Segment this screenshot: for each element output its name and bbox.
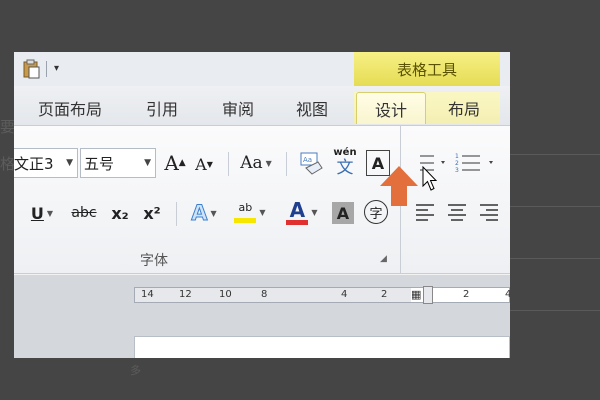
strikethrough-button[interactable]: abc bbox=[68, 198, 100, 228]
tab-layout[interactable]: 布局 bbox=[430, 92, 498, 124]
ruler-number: 12 bbox=[179, 289, 192, 300]
grow-font-icon: A bbox=[164, 151, 179, 175]
strikethrough-icon: abc bbox=[71, 205, 97, 221]
background-line bbox=[510, 310, 600, 311]
tab-view[interactable]: 视图 bbox=[282, 92, 342, 124]
table-column-marker-icon[interactable]: ▦ bbox=[411, 288, 421, 301]
text-effects-button[interactable]: A ▼ bbox=[184, 198, 224, 228]
ruler-number: 8 bbox=[261, 289, 268, 300]
font-size-value: 五号 bbox=[84, 154, 115, 173]
numbered-list-icon[interactable]: 123 bbox=[452, 148, 506, 178]
chevron-down-icon[interactable]: ▼ bbox=[66, 158, 73, 168]
font-size-combobox[interactable]: 五号 ▼ bbox=[80, 148, 156, 178]
font-name-value: 文正3 bbox=[14, 154, 54, 173]
word-ribbon-screenshot: ▾ 表格工具 页面布局 引用 审阅 视图 设计 布局 文正3 ▼ 五号 ▼ A ▲… bbox=[14, 52, 510, 358]
clear-format-icon[interactable]: Aa bbox=[298, 148, 324, 178]
ribbon-separator bbox=[286, 152, 287, 176]
underline-button[interactable]: U ▼ bbox=[22, 198, 62, 228]
tab-page-layout[interactable]: 页面布局 bbox=[28, 92, 112, 124]
ribbon-body: 文正3 ▼ 五号 ▼ A ▲ A ▼ Aa ▼ Aa wén 文 A 1 2 3… bbox=[14, 126, 510, 274]
chevron-down-icon[interactable]: ▼ bbox=[144, 158, 151, 168]
paste-icon[interactable] bbox=[22, 59, 40, 79]
svg-text:2: 2 bbox=[455, 160, 459, 167]
change-case-button[interactable]: Aa ▼ bbox=[236, 148, 276, 178]
shrink-font-button[interactable]: A ▼ bbox=[192, 150, 216, 178]
ruler-margin bbox=[135, 288, 411, 302]
grow-font-button[interactable]: A ▲ bbox=[162, 148, 188, 178]
subscript-button[interactable]: x₂ bbox=[106, 198, 134, 228]
dialog-launcher-icon[interactable]: ◢ bbox=[380, 254, 387, 264]
subscript-icon: x₂ bbox=[111, 203, 129, 223]
phonetic-bottom: 文 bbox=[336, 157, 354, 178]
superscript-button[interactable]: x² bbox=[138, 198, 166, 228]
background-char: 格 bbox=[0, 155, 16, 173]
svg-text:3: 3 bbox=[455, 167, 459, 174]
character-shading-icon: A bbox=[336, 203, 350, 223]
ribbon-separator bbox=[176, 202, 177, 226]
svg-text:1: 1 bbox=[455, 153, 459, 160]
ruler-number: 2 bbox=[381, 289, 388, 300]
phonetic-top: wén bbox=[333, 146, 357, 158]
font-name-combobox[interactable]: 文正3 ▼ bbox=[14, 148, 78, 178]
highlight-button[interactable]: ab ▼ bbox=[228, 196, 272, 228]
ruler-number: 14 bbox=[141, 289, 154, 300]
font-color-button[interactable]: A ▼ bbox=[280, 196, 324, 228]
indent-marker-icon[interactable] bbox=[423, 286, 433, 304]
highlight-icon: ab bbox=[238, 200, 253, 214]
change-case-icon: Aa bbox=[240, 153, 263, 173]
table-tools-header: 表格工具 bbox=[354, 52, 500, 86]
font-group-label: 字体 bbox=[140, 253, 168, 269]
ruler-number: 4 bbox=[505, 289, 510, 300]
ribbon-tab-row: 页面布局 引用 审阅 视图 设计 布局 bbox=[14, 86, 510, 126]
font-color-bar bbox=[286, 219, 309, 225]
shrink-font-icon: A bbox=[195, 154, 207, 174]
ruler-number: 10 bbox=[219, 289, 232, 300]
superscript-icon: x² bbox=[143, 203, 161, 223]
background-char: 多 bbox=[130, 364, 141, 377]
background-line bbox=[510, 206, 600, 207]
phonetic-guide-button[interactable]: wén 文 bbox=[330, 144, 360, 180]
mouse-cursor-icon bbox=[422, 166, 438, 191]
ribbon-separator bbox=[228, 152, 229, 176]
underline-icon: U bbox=[30, 203, 44, 223]
align-right-icon[interactable] bbox=[478, 200, 500, 224]
tab-review[interactable]: 审阅 bbox=[208, 92, 268, 124]
tab-references[interactable]: 引用 bbox=[132, 92, 192, 124]
ruler-number: 2 bbox=[463, 289, 470, 300]
horizontal-ruler[interactable]: 14 12 10 8 4 2 ▦ 2 4 bbox=[134, 286, 510, 304]
document-page[interactable] bbox=[134, 336, 510, 358]
align-center-icon[interactable] bbox=[446, 200, 468, 224]
tab-design[interactable]: 设计 bbox=[356, 92, 426, 124]
text-effects-icon: A bbox=[191, 201, 208, 226]
customize-toolbar-dropdown[interactable]: ▾ bbox=[54, 62, 59, 76]
background-char: 要 bbox=[0, 118, 16, 136]
annotation-arrow-icon bbox=[380, 166, 418, 206]
character-shading-button[interactable]: A bbox=[332, 202, 354, 224]
ruler-number: 4 bbox=[341, 289, 348, 300]
background-line bbox=[510, 154, 600, 155]
font-color-icon: A bbox=[289, 197, 306, 222]
highlight-color-bar bbox=[234, 217, 257, 223]
toolbar-separator bbox=[46, 61, 47, 77]
background-line bbox=[510, 258, 600, 259]
svg-text:Aa: Aa bbox=[303, 156, 312, 164]
